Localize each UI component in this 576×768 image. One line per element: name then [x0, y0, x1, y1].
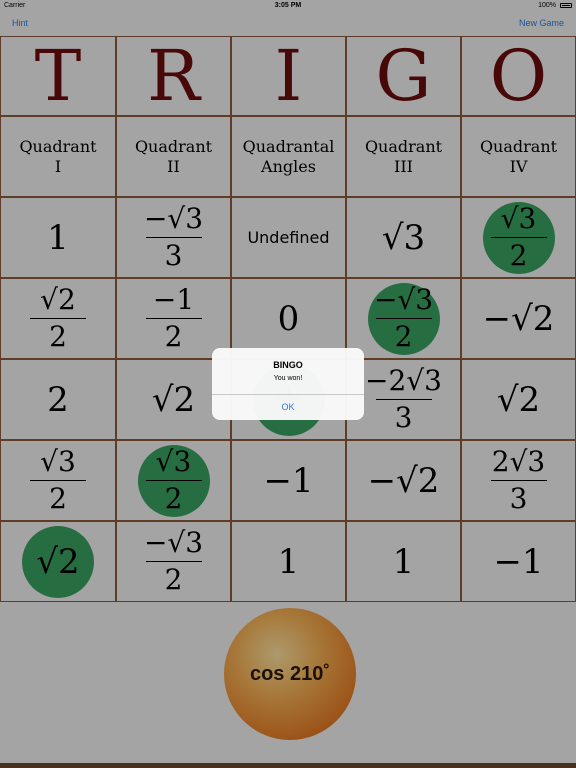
alert-title: BINGO: [273, 360, 303, 370]
alert-message: You won!: [273, 375, 303, 382]
ok-button[interactable]: OK: [212, 394, 364, 420]
alert-dialog: BINGO You won! OK: [212, 348, 364, 420]
